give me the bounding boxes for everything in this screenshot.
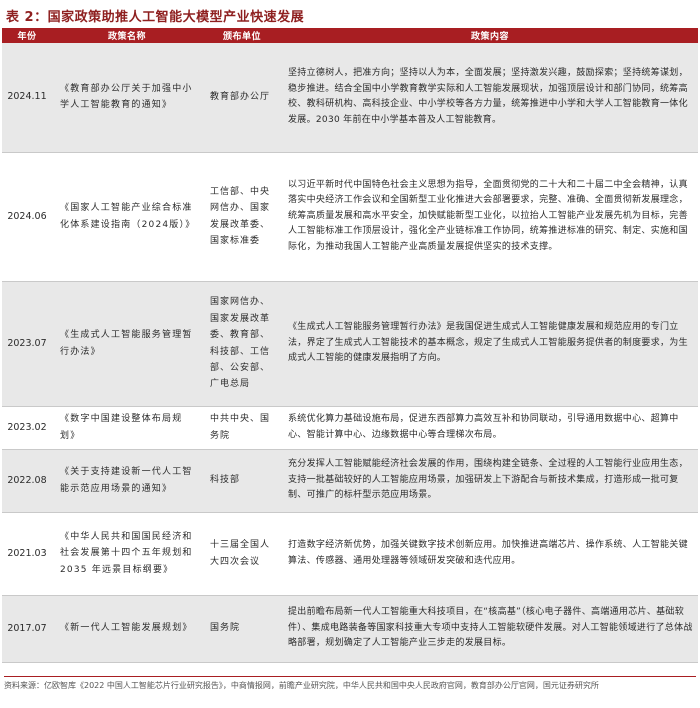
row-issuing-unit: 国务院 — [202, 595, 282, 663]
table-row: 2023.02 《数字中国建设整体布局规划》 中共中央、国务院 系统优化算力基础… — [2, 406, 698, 450]
header-policy-name: 政策名称 — [52, 28, 202, 43]
row-policy-content: 充分发挥人工智能赋能经济社会发展的作用，围绕构建全链条、全过程的人工智能行业应用… — [282, 449, 698, 513]
row-year: 2017.07 — [2, 595, 52, 663]
row-issuing-unit: 工信部、中央网信办、国家发展改革委、国家标准委 — [202, 152, 282, 282]
row-policy-content: 系统优化算力基础设施布局，促进东西部算力高效互补和协同联动，引导通用数据中心、超… — [282, 406, 698, 450]
row-policy-content: 提出前瞻布局新一代人工智能重大科技项目，在“核高基”（核心电子器件、高端通用芯片… — [282, 595, 698, 663]
row-issuing-unit: 国家网信办、国家发展改革委、教育部、科技部、工信部、公安部、广电总局 — [202, 281, 282, 407]
row-policy-name: 《国家人工智能产业综合标准化体系建设指南（2024版）》 — [52, 152, 202, 282]
table-title: 表 2：国家政策助推人工智能大模型产业快速发展 — [6, 10, 305, 25]
row-policy-name: 《关于支持建设新一代人工智能示范应用场景的通知》 — [52, 449, 202, 513]
row-issuing-unit: 科技部 — [202, 449, 282, 513]
row-policy-name: 《中华人民共和国国民经济和社会发展第十四个五年规划和 2035 年远景目标纲要》 — [52, 512, 202, 596]
table-row: 2023.07 《生成式人工智能服务管理暂行办法》 国家网信办、国家发展改革委、… — [2, 281, 698, 407]
row-year: 2023.02 — [2, 406, 52, 450]
table-row: 2024.06 《国家人工智能产业综合标准化体系建设指南（2024版）》 工信部… — [2, 152, 698, 282]
row-policy-content: 《生成式人工智能服务管理暂行办法》是我国促进生成式人工智能健康发展和规范应用的专… — [282, 281, 698, 407]
table-row: 2024.11 《教育部办公厅关于加强中小学人工智能教育的通知》 教育部办公厅 … — [2, 43, 698, 153]
header-year: 年份 — [2, 28, 52, 43]
row-year: 2021.03 — [2, 512, 52, 596]
row-issuing-unit: 教育部办公厅 — [202, 43, 282, 153]
row-year: 2022.08 — [2, 449, 52, 513]
row-year: 2024.06 — [2, 152, 52, 282]
row-year: 2024.11 — [2, 43, 52, 153]
row-issuing-unit: 中共中央、国务院 — [202, 406, 282, 450]
row-policy-content: 打造数字经济新优势，加强关键数字技术创新应用。加快推进高端芯片、操作系统、人工智… — [282, 512, 698, 596]
source-note: 资料来源：亿欧智库《2022 中国人工智能芯片行业研究报告》，中商情报网，前瞻产… — [4, 676, 696, 692]
row-policy-content: 以习近平新时代中国特色社会主义思想为指导，全面贯彻党的二十大和二十届二中全会精神… — [282, 152, 698, 282]
table-row: 2022.08 《关于支持建设新一代人工智能示范应用场景的通知》 科技部 充分发… — [2, 449, 698, 513]
policy-table: 年份 政策名称 颁布单位 政策内容 2024.11 《教育部办公厅关于加强中小学… — [2, 28, 698, 663]
header-issuing-unit: 颁布单位 — [202, 28, 282, 43]
row-policy-name: 《生成式人工智能服务管理暂行办法》 — [52, 281, 202, 407]
row-year: 2023.07 — [2, 281, 52, 407]
row-policy-name: 《教育部办公厅关于加强中小学人工智能教育的通知》 — [52, 43, 202, 153]
row-issuing-unit: 十三届全国人大四次会议 — [202, 512, 282, 596]
table-header-row: 年份 政策名称 颁布单位 政策内容 — [2, 28, 698, 43]
table-row: 2017.07 《新一代人工智能发展规划》 国务院 提出前瞻布局新一代人工智能重… — [2, 595, 698, 663]
table-row: 2021.03 《中华人民共和国国民经济和社会发展第十四个五年规划和 2035 … — [2, 512, 698, 596]
header-policy-content: 政策内容 — [282, 28, 698, 43]
row-policy-name: 《新一代人工智能发展规划》 — [52, 595, 202, 663]
row-policy-content: 坚持立德树人，把准方向；坚持以人为本，全面发展；坚持激发兴趣，鼓励探索；坚持统筹… — [282, 43, 698, 153]
row-policy-name: 《数字中国建设整体布局规划》 — [52, 406, 202, 450]
